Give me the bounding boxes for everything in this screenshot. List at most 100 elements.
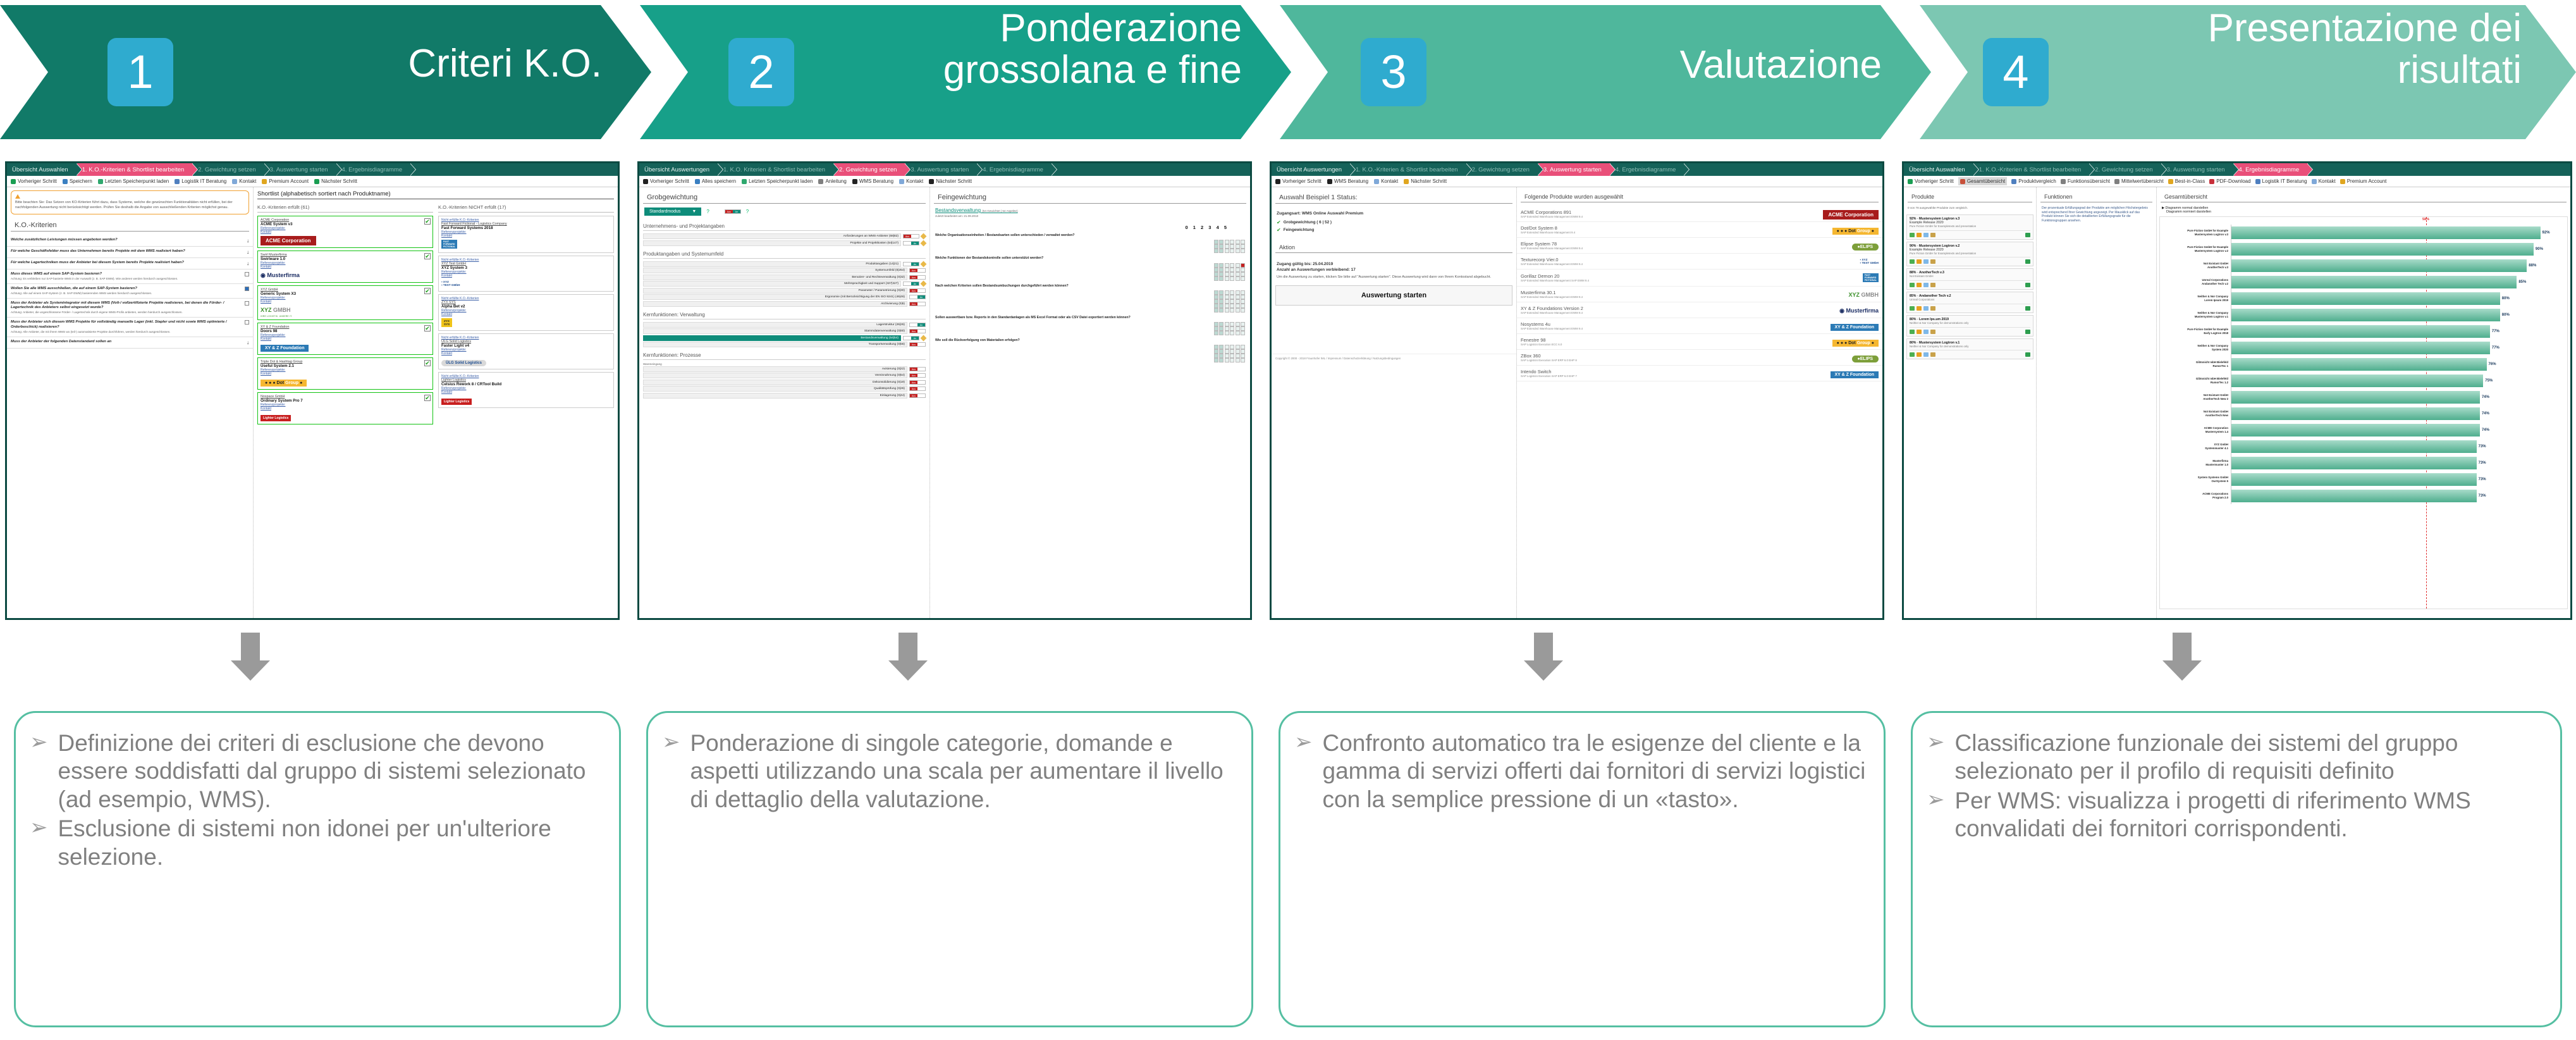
expand-arrow-icon[interactable]: ↓: [247, 238, 249, 244]
scale-cell[interactable]: [1213, 294, 1218, 299]
scale-cell[interactable]: [1230, 244, 1234, 249]
screenshot-step-3[interactable]: Übersicht Auswertungen 1. K.O.-Kriterien…: [1270, 161, 1884, 620]
nav-tab-overview[interactable]: Übersicht Auswertungen: [639, 163, 723, 176]
nav-tab-results[interactable]: 4. Ergebnisdiagramme: [337, 163, 416, 176]
scale-cell[interactable]: [1213, 345, 1218, 350]
scale-cell[interactable]: [1241, 271, 1245, 276]
scale-cell[interactable]: [1224, 354, 1229, 359]
result-product-card[interactable]: 80% - Mustersystem Logtron v.1 Neither & …: [1906, 338, 2033, 360]
scale-cell[interactable]: [1235, 322, 1240, 327]
shortlist-card[interactable]: Nicht erfüllte K.O.-Kriterien Fast Forwar…: [438, 216, 614, 254]
scale-cell[interactable]: [1219, 358, 1224, 363]
scale-cell[interactable]: [1241, 244, 1245, 249]
scale-cell[interactable]: [1230, 271, 1234, 276]
nav-tab-results[interactable]: 4. Ergebnisdiagramme: [978, 163, 1057, 176]
weighting-row-label[interactable]: Projekte und Projektkosten (64|147): [643, 240, 901, 246]
notes-icon[interactable]: [1930, 306, 1935, 311]
shortlist-checkbox[interactable]: ✔: [424, 288, 431, 294]
scale-cell[interactable]: [1235, 249, 1240, 254]
add-to-compare-icon[interactable]: [1910, 232, 1915, 237]
weighting-toggle[interactable]: Aus: [909, 268, 926, 273]
add-to-compare-icon[interactable]: [1910, 329, 1915, 334]
scale-cell[interactable]: [1241, 294, 1245, 299]
scale-cell[interactable]: [1213, 354, 1218, 359]
chart-bar[interactable]: [2231, 309, 2500, 321]
toolbar-item[interactable]: Premium Account: [2340, 178, 2386, 184]
web-icon[interactable]: [1917, 232, 1922, 237]
scale-cell[interactable]: [1224, 349, 1229, 354]
scale-cell[interactable]: [1213, 244, 1218, 249]
scale-cell[interactable]: [1213, 349, 1218, 354]
scale-cell[interactable]: [1213, 303, 1218, 308]
scale-cell[interactable]: [1235, 263, 1240, 268]
scale-cell[interactable]: [1230, 303, 1234, 308]
toolbar-item[interactable]: Funktionsübersicht: [2060, 178, 2110, 184]
process-step-1[interactable]: 1 Criteri K.O.: [0, 5, 651, 139]
scale-cell[interactable]: [1235, 307, 1240, 313]
scale-cell[interactable]: [1219, 303, 1224, 308]
scale-cell[interactable]: [1213, 331, 1218, 336]
nav-tab-ko[interactable]: 1. K.O.-Kriterien & Shortlist bearbeiten: [77, 163, 198, 176]
weighting-row-label[interactable]: Bestandsverwaltung (54|54): [643, 335, 901, 341]
scale-cell[interactable]: [1230, 276, 1234, 281]
scale-cell[interactable]: [1219, 276, 1224, 281]
mail-icon[interactable]: [1923, 259, 1929, 264]
shortlist-checkbox[interactable]: ✔: [424, 360, 431, 366]
shortlist-card[interactable]: ✔ Nospace GmbH Ordinary System Pro 7 Refere…: [257, 392, 433, 424]
toolbar-item[interactable]: WMS Beratung: [852, 178, 893, 184]
screenshot-step-2[interactable]: Übersicht Auswertungen 1. K.O. Kriterien…: [637, 161, 1252, 620]
web-icon[interactable]: [1917, 259, 1922, 264]
shortlist-card[interactable]: Nicht erfüllte K.O.-Kriterien XYZ Test Gm…: [438, 256, 614, 292]
scale-cell[interactable]: [1230, 290, 1234, 295]
scale-cell[interactable]: [1235, 358, 1240, 363]
scale-cell[interactable]: [1224, 294, 1229, 299]
toolbar-item[interactable]: Vorheriger Schritt: [643, 178, 689, 184]
mail-icon[interactable]: [1923, 232, 1929, 237]
toolbar-item[interactable]: Nächster Schritt: [929, 178, 972, 184]
chart-bar[interactable]: [2231, 424, 2480, 436]
edit-pencil-icon[interactable]: [920, 280, 927, 287]
edit-pencil-icon[interactable]: [920, 233, 927, 240]
scale-cell[interactable]: [1235, 294, 1240, 299]
shortlist-checkbox[interactable]: ✔: [424, 218, 431, 225]
nav-tab-evaluation[interactable]: 3. Auswertung starten: [905, 163, 983, 176]
scale-cell[interactable]: [1235, 299, 1240, 304]
weighting-row-label[interactable]: Anforderungen an WMS-Anbieter (68|82): [643, 233, 901, 239]
toolbar-item[interactable]: Vorheriger Schritt: [1908, 178, 1954, 184]
scale-cell[interactable]: [1213, 276, 1218, 281]
scale-cell[interactable]: [1241, 276, 1245, 281]
shortlist-card[interactable]: ✔ XY & Z Foundation Doors 98 Referenzprojek…: [257, 323, 433, 355]
bar-chart-icon[interactable]: [2025, 283, 2030, 288]
toolbar-item[interactable]: Nächster Schritt: [1404, 178, 1447, 184]
web-icon[interactable]: [1917, 352, 1922, 357]
scale-cell[interactable]: [1213, 307, 1218, 313]
nav-tab-weighting[interactable]: 2. Gewichtung setzen: [834, 163, 911, 176]
notes-icon[interactable]: [1930, 232, 1935, 237]
scale-cell[interactable]: [1219, 271, 1224, 276]
scale-cell[interactable]: [1230, 249, 1234, 254]
toolbar-item[interactable]: WMS Beratung: [1327, 178, 1368, 184]
selected-product-row[interactable]: Texturecorp Vier.0 SAP Extended Warehouse…: [1517, 254, 1882, 269]
scale-cell[interactable]: [1241, 354, 1245, 359]
nav-tab-ko[interactable]: 1. K.O.-Kriterien & Shortlist bearbeiten: [1351, 163, 1472, 176]
chart-bar[interactable]: [2231, 407, 2480, 420]
weighting-row-label[interactable]: Avisierung (0|22): [643, 366, 907, 372]
chart-bar[interactable]: [2231, 292, 2500, 305]
weighting-row-label[interactable]: Ergonomie (mit Berücksichtigung der EN I…: [643, 294, 907, 300]
nav-tab-evaluation[interactable]: 3. Auswertung starten: [1538, 163, 1616, 176]
process-step-4[interactable]: 4 Presentazione dei risultati: [1920, 5, 2576, 139]
chart-bar[interactable]: [2231, 325, 2490, 338]
weighting-toggle[interactable]: An: [903, 282, 919, 286]
weighting-toggle[interactable]: Aus: [909, 380, 926, 385]
mail-icon[interactable]: [1923, 306, 1929, 311]
result-product-card[interactable]: 90% - Mustersystem Logtron v.2 Example Re…: [1906, 241, 2033, 267]
expand-arrow-icon[interactable]: ↓: [247, 249, 249, 255]
bar-chart-icon[interactable]: [2025, 259, 2030, 264]
scale-cell[interactable]: [1213, 271, 1218, 276]
shortlist-card[interactable]: ✔ ACME Corporation ACME System v3 Referenzp…: [257, 216, 433, 248]
nav-tab-results[interactable]: 4. Ergebnisdiagramme: [2233, 163, 2313, 176]
scale-cell[interactable]: [1230, 358, 1234, 363]
bar-chart-icon[interactable]: [2025, 352, 2030, 357]
toolbar-item[interactable]: Premium Account: [262, 178, 309, 184]
scale-cell[interactable]: [1219, 244, 1224, 249]
